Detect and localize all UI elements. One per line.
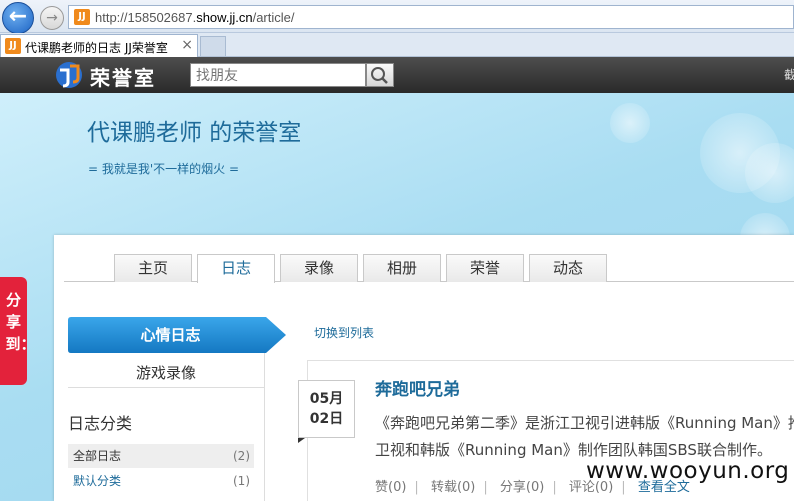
jj-logo-icon[interactable] [54, 60, 84, 90]
tab-honors[interactable]: 荣誉 [446, 254, 524, 282]
sidebar-divider [264, 353, 265, 501]
browser-tab-strip: JJ 代课鹏老师的日志 JJ荣誉室 × [0, 33, 794, 57]
share-link[interactable]: 分享(0) [500, 480, 544, 495]
tab-title: 代课鹏老师的日志 JJ荣誉室 [25, 41, 168, 55]
category-count: (2) [233, 449, 250, 463]
close-icon[interactable]: × [181, 37, 193, 53]
watermark-text: www.wooyun.org [586, 458, 790, 484]
category-row-all[interactable]: 全部日志 (2) [68, 444, 254, 468]
site-top-bar: 荣誉室 截 [0, 57, 794, 93]
search-icon [371, 67, 388, 84]
share-side-button[interactable]: 分享到： [0, 277, 36, 385]
category-count: (1) [233, 474, 250, 488]
share-side-label: 分享到： [5, 291, 36, 353]
category-name: 全部日志 [73, 449, 122, 463]
page-motto: = 我就是我'不一样的烟火 = [88, 162, 240, 176]
tab-favicon-icon: JJ [5, 38, 21, 54]
search-button[interactable] [366, 63, 394, 87]
category-title: 日志分类 [68, 414, 133, 433]
article-month: 05月 [309, 391, 344, 407]
site-favicon-icon: JJ [74, 9, 90, 25]
article-date: 05月 02日 [298, 380, 355, 438]
friend-search-input[interactable] [190, 63, 366, 87]
site-logo-text[interactable]: 荣誉室 [90, 62, 156, 91]
repost-link[interactable]: 转载(0) [431, 480, 475, 495]
url-text[interactable]: http://158502687.show.jj.cn/article/ [95, 10, 294, 25]
tab-home[interactable]: 主页 [114, 254, 192, 282]
date-corner-marker [298, 438, 305, 443]
article-title[interactable]: 奔跑吧兄弟 [375, 375, 460, 400]
page-title: 代课鹏老师 的荣誉室 [87, 120, 302, 146]
article-excerpt-line: 卫视和韩版《Running Man》制作团队韩国SBS联合制作。 [375, 441, 772, 459]
sidebar-item-game-recordings[interactable]: 游戏录像 [68, 358, 264, 388]
tab-activity[interactable]: 动态 [529, 254, 607, 282]
category-name: 默认分类 [73, 474, 122, 488]
tab-blog[interactable]: 日志 [197, 254, 275, 283]
forward-arrow-icon[interactable]: → [40, 6, 64, 30]
browser-tab-active[interactable]: JJ 代课鹏老师的日志 JJ荣誉室 × [0, 34, 198, 57]
browser-address-bar: ← → JJ http://158502687.show.jj.cn/artic… [0, 0, 794, 34]
tab-album[interactable]: 相册 [363, 254, 441, 282]
tab-recordings[interactable]: 录像 [280, 254, 358, 282]
article-day: 02日 [309, 411, 344, 427]
top-bar-link[interactable]: 截 [784, 66, 794, 83]
back-arrow-icon[interactable]: ← [2, 2, 34, 34]
article-excerpt-line: 《奔跑吧兄弟第二季》是浙江卫视引进韩版《Running Man》推出 [375, 414, 794, 432]
category-row-default[interactable]: 默认分类 (1) [68, 469, 254, 493]
new-tab-button[interactable] [200, 36, 226, 56]
switch-to-list-link[interactable]: 切换到列表 [314, 324, 374, 341]
url-field[interactable]: JJ http://158502687.show.jj.cn/article/ [68, 5, 794, 29]
sidebar-item-mood-blog[interactable]: 心情日志 [68, 317, 273, 353]
like-link[interactable]: 赞(0) [375, 480, 406, 495]
